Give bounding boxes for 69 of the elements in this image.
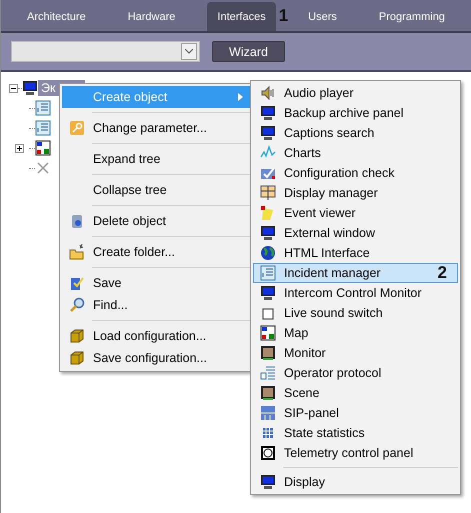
expand-toggle[interactable] bbox=[14, 144, 24, 152]
map-icon bbox=[35, 140, 51, 156]
menu-item[interactable]: Intercom Control Monitor bbox=[253, 283, 458, 303]
check-icon bbox=[260, 165, 276, 181]
menu-item[interactable]: Change parameter... bbox=[62, 117, 252, 139]
save-icon bbox=[69, 275, 85, 291]
tab[interactable]: Programming bbox=[368, 2, 455, 31]
menu-item[interactable]: Display bbox=[253, 472, 458, 492]
list-icon bbox=[35, 120, 51, 136]
menu-item[interactable]: SIP-panel bbox=[253, 403, 458, 423]
menu-item[interactable]: Backup archive panel bbox=[253, 103, 458, 123]
key-icon bbox=[69, 120, 85, 136]
monitor-icon bbox=[260, 225, 276, 241]
menu-item[interactable]: Display manager bbox=[253, 183, 458, 203]
tab[interactable]: Interfaces bbox=[207, 2, 276, 31]
collapse-toggle[interactable] bbox=[9, 84, 18, 92]
wizard-button[interactable]: Wizard bbox=[212, 41, 285, 62]
monitor-icon bbox=[22, 80, 38, 96]
cross-icon bbox=[35, 160, 51, 176]
tab[interactable]: Users bbox=[298, 2, 347, 31]
grid-icon bbox=[260, 425, 276, 441]
menu-item[interactable]: Configuration check bbox=[253, 163, 458, 183]
globe-icon bbox=[260, 245, 276, 261]
menu-item[interactable]: Telemetry control panel bbox=[253, 443, 458, 463]
tab[interactable]: Architecture bbox=[17, 2, 96, 31]
box-icon bbox=[69, 350, 85, 366]
menu-item[interactable]: Live sound switch bbox=[253, 303, 458, 323]
speaker-icon bbox=[260, 85, 276, 101]
camera-view-icon bbox=[260, 345, 276, 361]
menu-item[interactable]: Delete object bbox=[62, 210, 252, 232]
folder-icon bbox=[69, 244, 85, 260]
search-icon bbox=[69, 297, 85, 313]
menu-item[interactable]: Incident manager 2 bbox=[253, 263, 458, 283]
map-icon bbox=[260, 325, 276, 341]
grid-icon bbox=[260, 185, 276, 201]
menu-item[interactable]: Operator protocol bbox=[253, 363, 458, 383]
monitor-icon bbox=[260, 285, 276, 301]
menu-item[interactable]: External window bbox=[253, 223, 458, 243]
menu-item[interactable]: Find... bbox=[62, 294, 252, 316]
menu-item[interactable]: Charts bbox=[253, 143, 458, 163]
menu-item[interactable]: Save bbox=[62, 272, 252, 294]
menu-item[interactable]: Audio player bbox=[253, 83, 458, 103]
tab[interactable]: Hardware bbox=[118, 2, 186, 31]
menu-item[interactable]: Load configuration... bbox=[62, 325, 252, 347]
menu-item[interactable]: Captions search bbox=[253, 123, 458, 143]
menu-item[interactable]: Event viewer bbox=[253, 203, 458, 223]
menu-item[interactable]: HTML Interface bbox=[253, 243, 458, 263]
menu-item[interactable]: Collapse tree bbox=[62, 179, 252, 201]
list-icon bbox=[260, 265, 276, 281]
telemetry-icon bbox=[260, 445, 276, 461]
monitor-icon bbox=[260, 474, 276, 490]
menu-item[interactable]: Map bbox=[253, 323, 458, 343]
menu-item[interactable]: Monitor bbox=[253, 343, 458, 363]
annotation-number: 1 bbox=[278, 6, 288, 26]
menu-item[interactable]: Save configuration... bbox=[62, 347, 252, 369]
dropdown-field[interactable] bbox=[11, 41, 200, 62]
protocol-icon bbox=[260, 365, 276, 381]
caret-icon bbox=[185, 49, 193, 54]
box-icon bbox=[69, 328, 85, 344]
monitor-icon bbox=[260, 125, 276, 141]
list-icon bbox=[35, 100, 51, 116]
camera-view-icon bbox=[260, 385, 276, 401]
panel-icon bbox=[260, 405, 276, 421]
menu-item[interactable]: Create folder... bbox=[62, 241, 252, 263]
menu-item[interactable]: State statistics bbox=[253, 423, 458, 443]
menu-item[interactable]: Expand tree bbox=[62, 148, 252, 170]
annotation-number: 2 bbox=[438, 263, 447, 283]
menu-item[interactable]: Scene bbox=[253, 383, 458, 403]
monitor-icon bbox=[260, 105, 276, 121]
